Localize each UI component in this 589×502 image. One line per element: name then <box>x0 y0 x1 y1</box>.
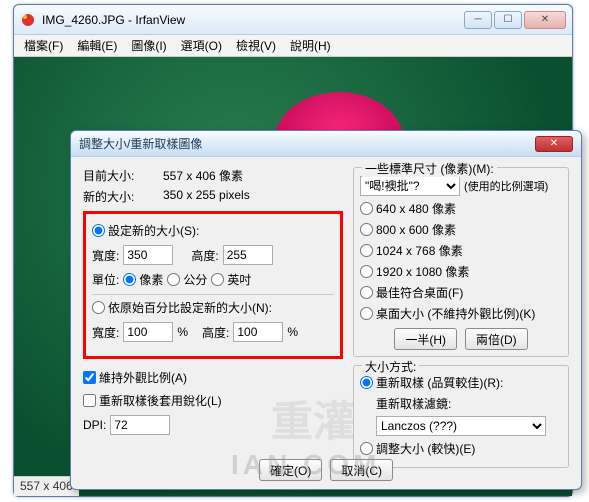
dialog-close-button[interactable]: ✕ <box>535 136 573 152</box>
keep-ratio-checkbox[interactable]: 維持外觀比例(A) <box>83 369 187 386</box>
menu-image[interactable]: 圖像(I) <box>125 35 172 56</box>
new-size-label: 新的大小: <box>83 188 163 205</box>
unit-label: 單位: <box>92 271 119 288</box>
std-desktop2-radio[interactable]: 桌面大小 (不維持外觀比例)(K) <box>360 305 535 322</box>
standard-sizes-group: 一些標準尺寸 (像素)(M): "喝!襖批"? (使用的比例選項) 640 x … <box>353 167 569 357</box>
dpi-input[interactable] <box>110 415 170 435</box>
height-input[interactable] <box>223 245 273 265</box>
new-size-value: 350 x 255 pixels <box>163 188 250 205</box>
size-settings-box: 設定新的大小(S): 寬度: 高度: 單位: 像素 公分 英吋 依原始百分比設定… <box>83 211 343 359</box>
resample-radio[interactable]: 重新取樣 (品質較佳)(R): <box>360 374 503 391</box>
method-group: 大小方式: 重新取樣 (品質較佳)(R): 重新取樣濾鏡: Lanczos (?… <box>353 365 569 468</box>
method-title: 大小方式: <box>362 358 419 375</box>
std-desktop-radio[interactable]: 最佳符合桌面(F) <box>360 284 463 301</box>
height-label: 高度: <box>191 247 218 264</box>
close-button[interactable]: ✕ <box>524 11 566 29</box>
window-title: IMG_4260.JPG - IrfanView <box>42 13 464 27</box>
unit-pixels-radio[interactable]: 像素 <box>123 271 163 288</box>
by-percent-radio[interactable]: 依原始百分比設定新的大小(N): <box>92 299 272 316</box>
menu-edit[interactable]: 編輯(E) <box>71 35 123 56</box>
ok-button[interactable]: 確定(O) <box>259 459 322 481</box>
dialog-title-text: 調整大小/重新取樣圖像 <box>79 135 535 152</box>
resize-radio[interactable]: 調整大小 (較快)(E) <box>360 440 475 457</box>
menu-file[interactable]: 檔案(F) <box>18 35 69 56</box>
pct-height-label: 高度: <box>202 324 229 341</box>
cancel-button[interactable]: 取消(C) <box>330 459 393 481</box>
menu-view[interactable]: 檢視(V) <box>230 35 282 56</box>
minimize-button[interactable]: ─ <box>464 11 492 29</box>
dpi-label: DPI: <box>83 418 106 432</box>
menu-help[interactable]: 說明(H) <box>284 35 337 56</box>
set-new-size-radio[interactable]: 設定新的大小(S): <box>92 222 199 239</box>
std-800-radio[interactable]: 800 x 600 像素 <box>360 221 456 238</box>
dialog-titlebar[interactable]: 調整大小/重新取樣圖像 ✕ <box>71 131 581 157</box>
filter-select[interactable]: Lanczos (???) <box>376 416 546 436</box>
unit-inch-radio[interactable]: 英吋 <box>211 271 251 288</box>
unit-cm-radio[interactable]: 公分 <box>167 271 207 288</box>
pct-height-input[interactable] <box>233 322 283 342</box>
std-1920-radio[interactable]: 1920 x 1080 像素 <box>360 263 469 280</box>
std-640-radio[interactable]: 640 x 480 像素 <box>360 200 456 217</box>
resize-dialog: 調整大小/重新取樣圖像 ✕ 目前大小:557 x 406 像素 新的大小:350… <box>70 130 582 490</box>
pct-width-label: 寬度: <box>92 324 119 341</box>
std-hint: (使用的比例選項) <box>464 178 548 194</box>
filter-label: 重新取樣濾鏡: <box>376 395 451 412</box>
half-button[interactable]: 一半(H) <box>394 328 457 350</box>
width-label: 寬度: <box>92 247 119 264</box>
std-1024-radio[interactable]: 1024 x 768 像素 <box>360 242 463 259</box>
maximize-button[interactable]: ☐ <box>494 11 522 29</box>
status-bar: 557 x 406 <box>14 476 79 496</box>
titlebar[interactable]: IMG_4260.JPG - IrfanView ─ ☐ ✕ <box>14 5 572 35</box>
current-size-value: 557 x 406 像素 <box>163 167 243 184</box>
standard-size-select[interactable]: "喝!襖批"? <box>360 176 460 196</box>
sharpen-checkbox[interactable]: 重新取樣後套用銳化(L) <box>83 392 222 409</box>
current-size-label: 目前大小: <box>83 167 163 184</box>
pct-width-input[interactable] <box>123 322 173 342</box>
standard-sizes-title: 一些標準尺寸 (像素)(M): <box>362 160 497 177</box>
double-button[interactable]: 兩倍(D) <box>465 328 528 350</box>
width-input[interactable] <box>123 245 173 265</box>
menu-options[interactable]: 選項(O) <box>175 35 228 56</box>
menubar: 檔案(F) 編輯(E) 圖像(I) 選項(O) 檢視(V) 說明(H) <box>14 35 572 57</box>
app-icon <box>20 12 36 28</box>
